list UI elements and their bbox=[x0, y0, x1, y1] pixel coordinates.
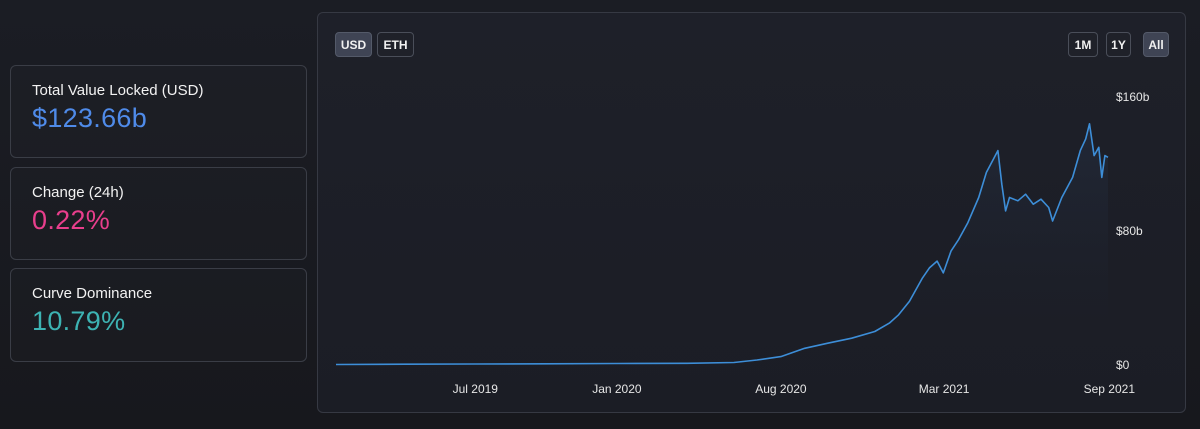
change-label: Change (24h) bbox=[32, 184, 124, 201]
dominance-label: Curve Dominance bbox=[32, 285, 153, 302]
x-tick-label: Aug 2020 bbox=[755, 382, 807, 396]
x-tick-label: Jul 2019 bbox=[453, 382, 499, 396]
y-tick-label: $80b bbox=[1116, 224, 1143, 238]
tvl-chart-panel: $160b $80b $0 Jul 2019 Jan 2020 Aug 2020 Mar 2… bbox=[317, 12, 1186, 413]
currency-usd-button[interactable]: USD bbox=[335, 32, 372, 57]
tvl-label: Total Value Locked (USD) bbox=[32, 82, 204, 99]
x-tick-label: Sep 2021 bbox=[1084, 382, 1136, 396]
x-tick-label: Jan 2020 bbox=[592, 382, 642, 396]
tvl-value: $123.66b bbox=[32, 103, 148, 133]
dominance-value: 10.79% bbox=[32, 306, 126, 336]
range-1y-button[interactable]: 1Y bbox=[1106, 32, 1131, 57]
x-tick-label: Mar 2021 bbox=[919, 382, 970, 396]
range-1m-button[interactable]: 1M bbox=[1068, 32, 1098, 57]
dominance-card: Curve Dominance 10.79% bbox=[10, 268, 307, 362]
tvl-card: Total Value Locked (USD) $123.66b bbox=[10, 65, 307, 158]
y-tick-label: $160b bbox=[1116, 90, 1150, 104]
range-all-button[interactable]: All bbox=[1143, 32, 1169, 57]
tvl-chart: $160b $80b $0 Jul 2019 Jan 2020 Aug 2020 Mar 2… bbox=[335, 90, 1150, 396]
change-card: Change (24h) 0.22% bbox=[10, 167, 307, 260]
currency-eth-button[interactable]: ETH bbox=[377, 32, 414, 57]
change-value: 0.22% bbox=[32, 205, 111, 235]
y-tick-label: $0 bbox=[1116, 358, 1130, 372]
